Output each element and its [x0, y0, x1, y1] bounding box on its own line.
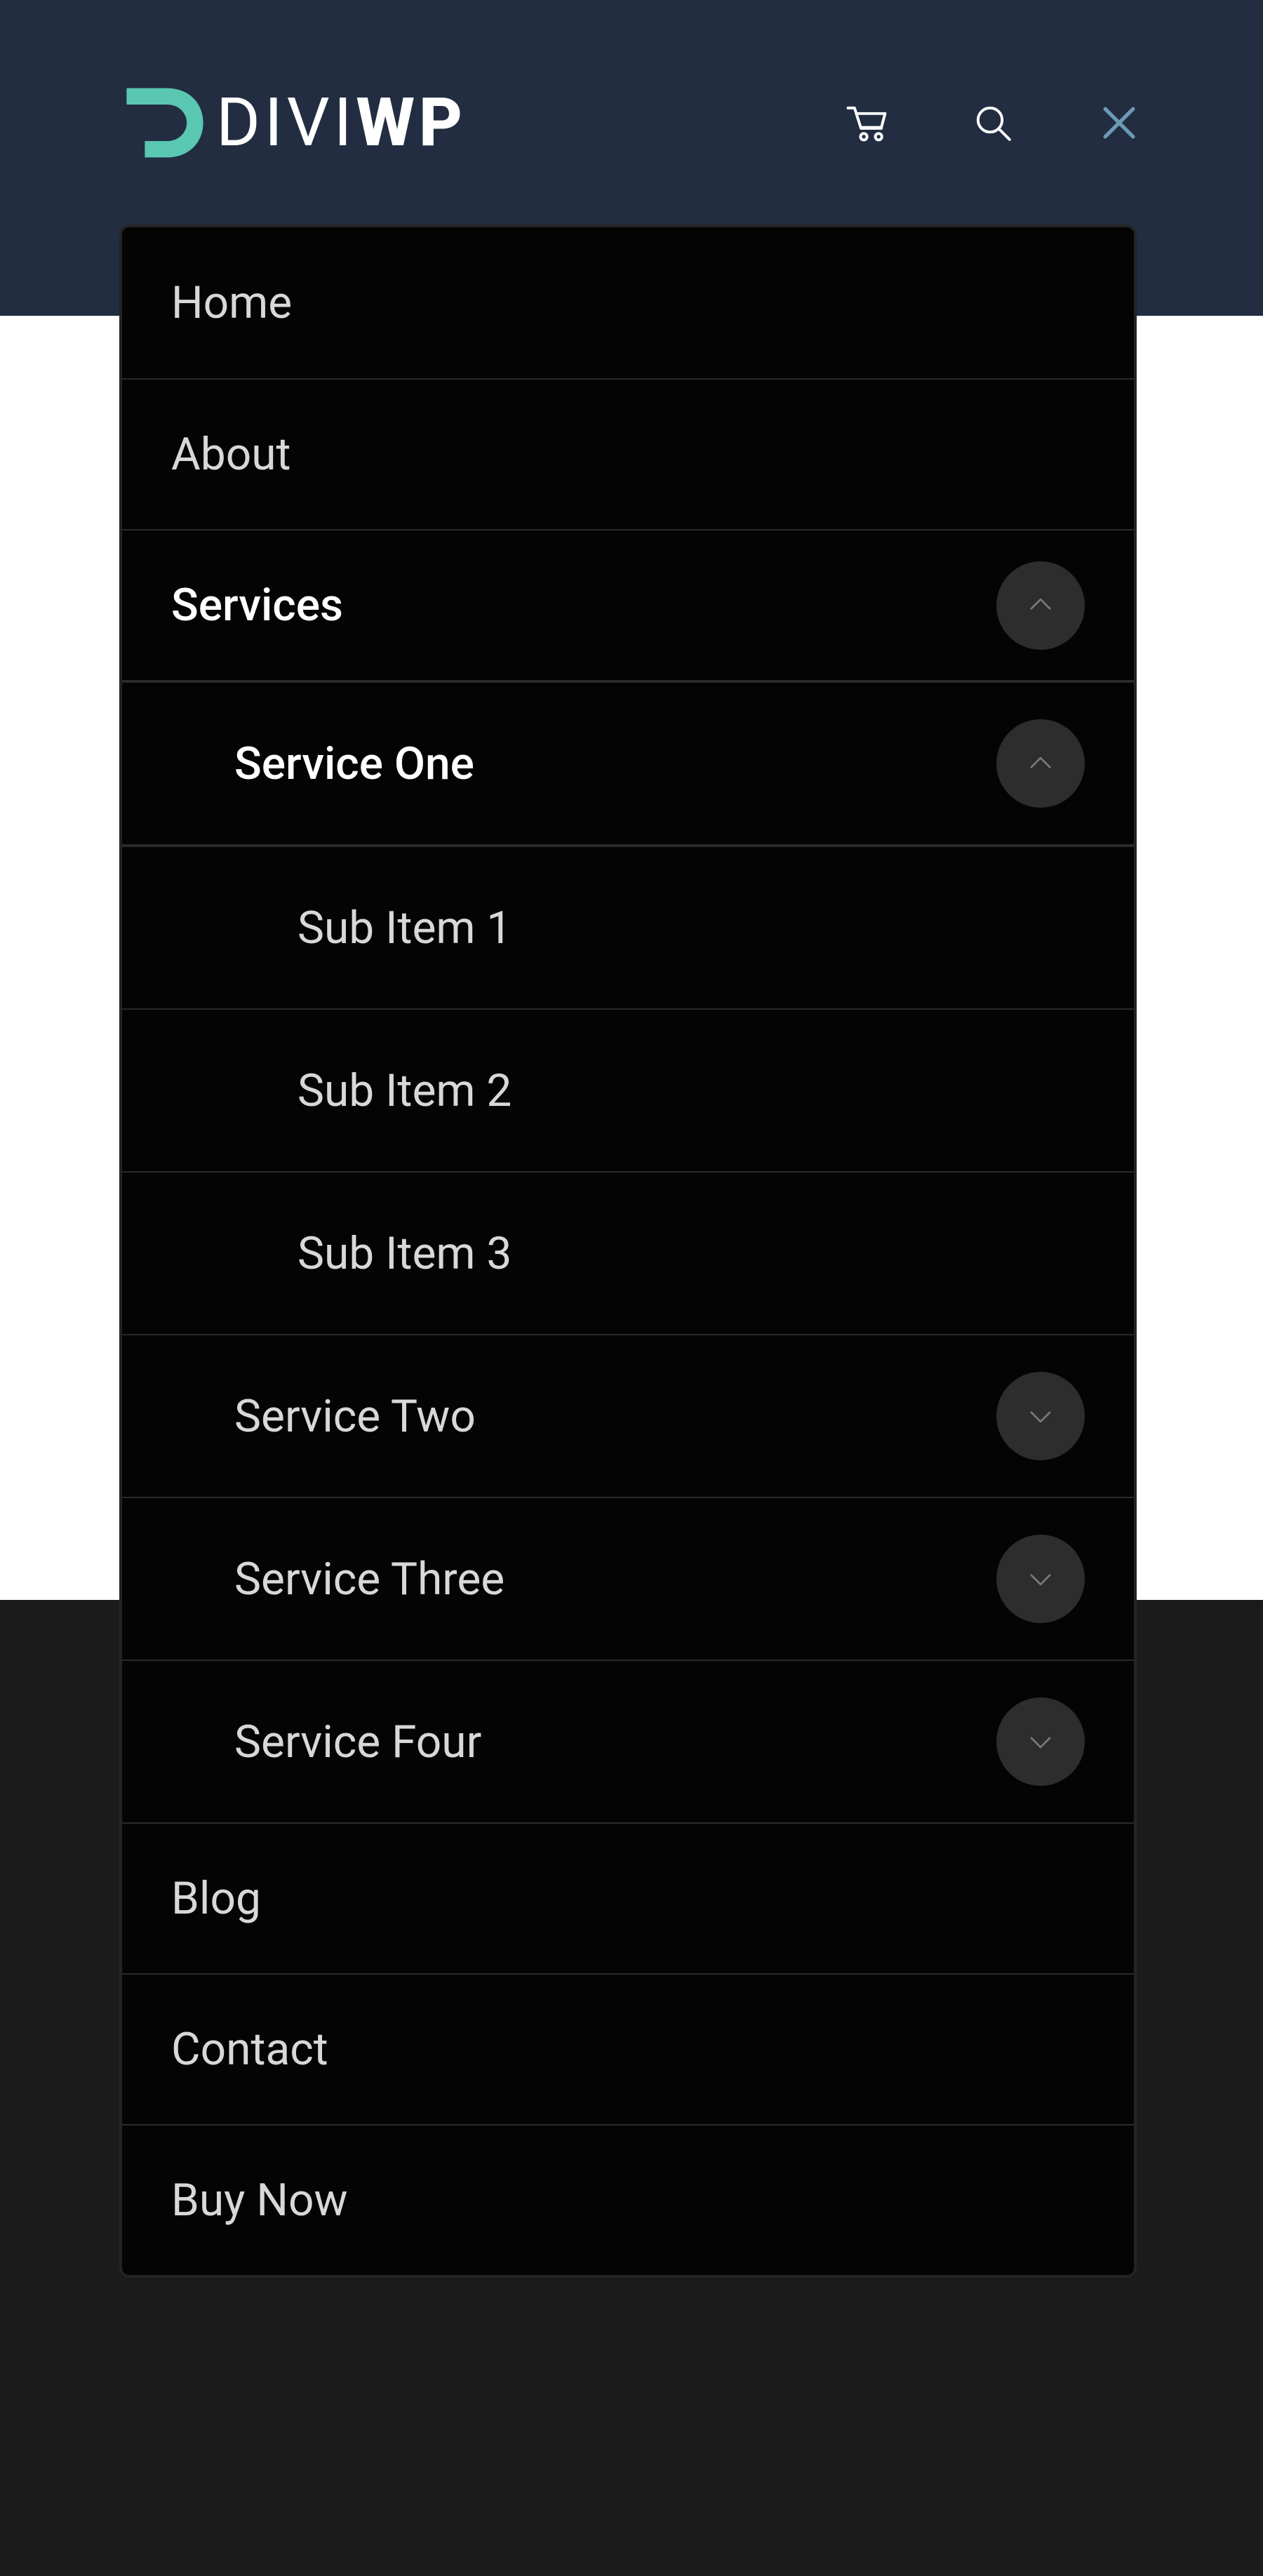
logo-text-bold: WP — [356, 89, 466, 156]
sub-item-service-two[interactable]: Service Two — [122, 1334, 1134, 1497]
logo-text-thin: DIVI — [216, 89, 356, 156]
menu-item-contact[interactable]: Contact — [122, 1973, 1134, 2124]
cart-icon[interactable] — [842, 98, 891, 147]
menu-item-blog[interactable]: Blog — [122, 1822, 1134, 1973]
sub-item-label: Service Two — [234, 1390, 476, 1443]
service-one-submenu: Sub Item 1 Sub Item 2 Sub Item 3 — [122, 844, 1134, 1334]
subsub-item-label: Sub Item 3 — [298, 1227, 512, 1280]
mobile-menu: Home About Services Service One — [119, 225, 1137, 2278]
logo[interactable]: DIVIWP — [119, 77, 467, 168]
sub-item-label: Service Four — [234, 1716, 481, 1768]
logo-mark-icon — [119, 77, 210, 168]
chevron-down-icon — [1025, 1716, 1056, 1768]
chevron-up-icon — [1025, 579, 1056, 632]
subsub-item-1[interactable]: Sub Item 1 — [122, 846, 1134, 1008]
subsub-item-3[interactable]: Sub Item 3 — [122, 1171, 1134, 1334]
expand-button[interactable] — [996, 1697, 1085, 1786]
menu-item-label: Buy Now — [171, 2174, 348, 2227]
sub-item-service-three[interactable]: Service Three — [122, 1497, 1134, 1660]
menu-item-label: Services — [171, 579, 343, 632]
collapse-button[interactable] — [996, 719, 1085, 808]
close-icon[interactable] — [1095, 98, 1144, 147]
menu-item-label: Home — [171, 276, 292, 329]
logo-text: DIVIWP — [216, 89, 467, 156]
header-icons — [842, 77, 1144, 147]
menu-item-label: About — [171, 428, 290, 481]
chevron-down-icon — [1025, 1390, 1056, 1443]
collapse-button[interactable] — [996, 561, 1085, 650]
subsub-item-2[interactable]: Sub Item 2 — [122, 1008, 1134, 1171]
expand-button[interactable] — [996, 1535, 1085, 1623]
chevron-down-icon — [1025, 1553, 1056, 1606]
menu-item-about[interactable]: About — [122, 378, 1134, 529]
sub-item-service-one[interactable]: Service One — [122, 681, 1134, 844]
services-submenu: Service One Sub Item 1 Sub Item 2 Sub It… — [122, 680, 1134, 1822]
chevron-up-icon — [1025, 738, 1056, 790]
mobile-menu-panel: Home About Services Service One — [119, 225, 1137, 2278]
expand-button[interactable] — [996, 1372, 1085, 1460]
menu-item-label: Blog — [171, 1872, 261, 1925]
menu-item-label: Contact — [171, 2023, 328, 2076]
menu-item-services[interactable]: Services — [122, 529, 1134, 680]
search-icon[interactable] — [968, 98, 1017, 147]
sub-item-label: Service Three — [234, 1553, 504, 1606]
menu-item-buy-now[interactable]: Buy Now — [122, 2124, 1134, 2275]
sub-item-label: Service One — [234, 738, 474, 790]
subsub-item-label: Sub Item 2 — [298, 1065, 512, 1117]
subsub-item-label: Sub Item 1 — [298, 902, 512, 954]
menu-item-home[interactable]: Home — [122, 227, 1134, 378]
sub-item-service-four[interactable]: Service Four — [122, 1660, 1134, 1822]
